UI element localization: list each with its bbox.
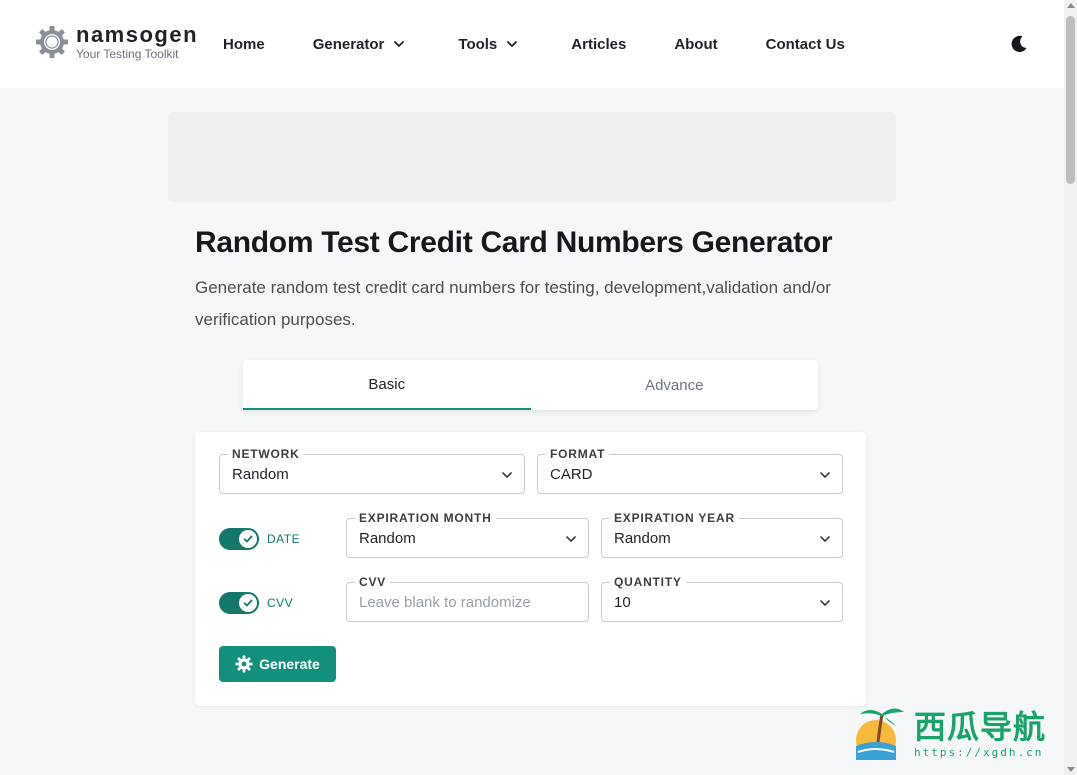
chevron-down-icon — [394, 41, 405, 47]
generator-tabs: Basic Advance — [243, 360, 818, 410]
watermark-text: 西瓜导航 — [914, 708, 1047, 746]
watermark: 西瓜导航 https://xgdh.cn — [852, 702, 1062, 766]
page-scrollbar[interactable] — [1064, 0, 1077, 775]
theme-toggle-button[interactable] — [1008, 33, 1030, 55]
generate-button-label: Generate — [259, 656, 320, 672]
format-value: CARD — [550, 466, 593, 483]
nav-item-label: Tools — [458, 35, 498, 53]
nav-item-home[interactable]: Home — [223, 36, 265, 53]
brand-logo[interactable]: namsogen Your Testing Toolkit — [34, 24, 198, 60]
site-header: namsogen Your Testing Toolkit Home Gener… — [0, 0, 1064, 88]
expiration-year-value: Random — [614, 530, 671, 547]
nav-item-contact[interactable]: Contact Us — [766, 36, 845, 53]
chevron-down-icon — [507, 41, 518, 47]
chevron-down-icon — [820, 536, 830, 542]
nav-item-label: Home — [223, 35, 265, 53]
network-label: NETWORK — [228, 447, 304, 461]
nav-item-label: Generator — [312, 35, 385, 53]
chevron-down-icon — [820, 472, 830, 478]
quantity-select[interactable]: QUANTITY 10 — [601, 575, 843, 622]
tab-label: Advance — [645, 376, 704, 394]
scroll-thumb[interactable] — [1066, 16, 1075, 184]
gear-logo-icon — [34, 24, 70, 60]
nav-item-about[interactable]: About — [674, 36, 717, 53]
expiration-month-label: EXPIRATION MONTH — [355, 511, 496, 525]
format-label: FORMAT — [546, 447, 610, 461]
scroll-down-arrow-icon[interactable] — [1067, 767, 1075, 772]
brand-tagline: Your Testing Toolkit — [76, 47, 179, 61]
chevron-down-icon — [502, 472, 512, 478]
nav-item-generator[interactable]: Generator — [313, 36, 407, 53]
nav-item-tools[interactable]: Tools — [458, 36, 519, 53]
moon-icon — [1011, 35, 1027, 52]
toggle-knob — [239, 594, 257, 612]
cvv-toggle-label: CVV — [267, 596, 294, 610]
check-icon — [243, 535, 253, 543]
watermark-url: https://xgdh.cn — [914, 746, 1044, 759]
expiration-year-label: EXPIRATION YEAR — [610, 511, 739, 525]
expiration-month-value: Random — [359, 530, 416, 547]
expiration-month-select[interactable]: EXPIRATION MONTH Random — [346, 511, 589, 558]
ad-placeholder — [168, 112, 896, 202]
quantity-value: 10 — [614, 594, 631, 611]
page-subtitle: Generate random test credit card numbers… — [195, 278, 831, 329]
main-nav: Home Generator Tools Articles About Cont… — [223, 0, 845, 88]
brand-name: namsogen — [76, 22, 199, 47]
generate-button[interactable]: Generate — [219, 646, 336, 682]
nav-item-label: Articles — [571, 35, 627, 53]
expiration-year-select[interactable]: EXPIRATION YEAR Random — [601, 511, 843, 558]
cvv-label: CVV — [355, 575, 391, 589]
quantity-label: QUANTITY — [610, 575, 686, 589]
cvv-toggle[interactable] — [219, 592, 259, 614]
nav-item-label: About — [674, 35, 718, 53]
format-select[interactable]: FORMAT CARD — [537, 447, 843, 494]
toggle-knob — [239, 530, 257, 548]
check-icon — [243, 599, 253, 607]
tab-label: Basic — [368, 375, 406, 393]
tab-basic[interactable]: Basic — [243, 360, 531, 410]
palm-island-logo-icon — [856, 708, 904, 760]
chevron-down-icon — [820, 600, 830, 606]
date-toggle-label: DATE — [267, 532, 301, 546]
page-title: Random Test Credit Card Numbers Generato… — [195, 226, 833, 259]
cvv-input[interactable]: CVV Leave blank to randomize — [346, 575, 589, 622]
date-toggle[interactable] — [219, 528, 259, 550]
nav-item-label: Contact Us — [765, 35, 845, 53]
tab-advance[interactable]: Advance — [531, 360, 819, 410]
gear-icon — [235, 655, 253, 673]
nav-item-articles[interactable]: Articles — [571, 36, 626, 53]
chevron-down-icon — [566, 536, 576, 542]
network-value: Random — [232, 466, 289, 483]
scroll-up-arrow-icon[interactable] — [1067, 3, 1075, 8]
cvv-placeholder: Leave blank to randomize — [359, 594, 531, 611]
network-select[interactable]: NETWORK Random — [219, 447, 525, 494]
